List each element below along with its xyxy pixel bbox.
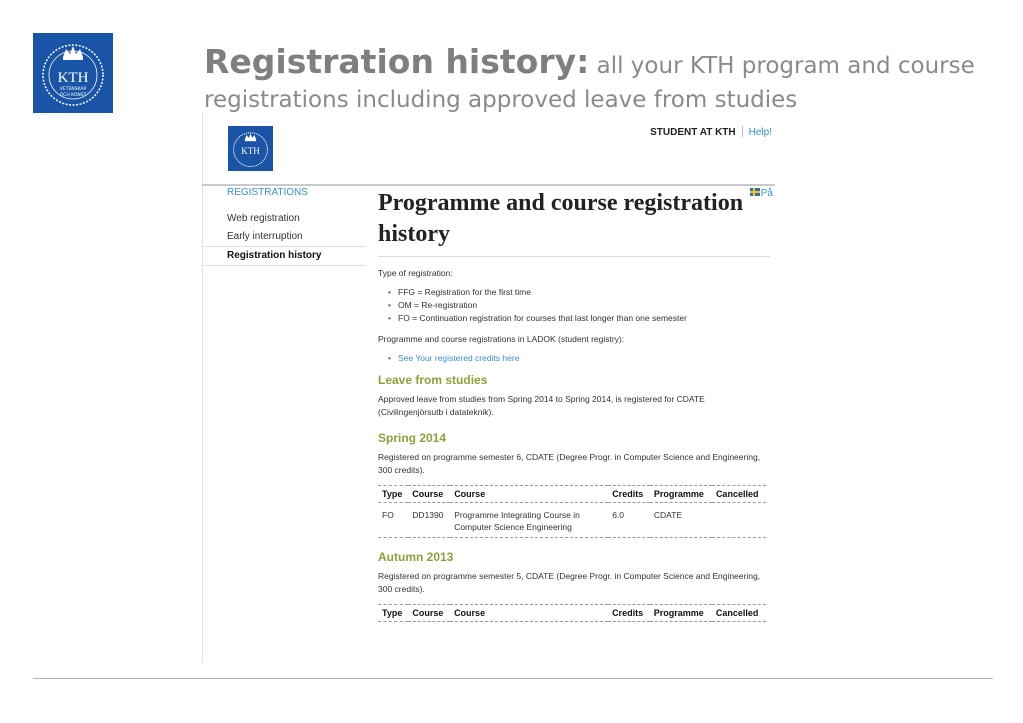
table-row: FO DD1390 Programme Integrating Course i… [378, 502, 766, 538]
column-header-credits: Credits [608, 604, 650, 622]
logo-small-text: KTH [241, 146, 260, 156]
list-item: FO = Continuation registration for cours… [388, 312, 770, 325]
sidebar-heading[interactable]: REGISTRATIONS [202, 188, 366, 210]
page-title: Programme and course registration histor… [378, 190, 744, 247]
sidebar: REGISTRATIONS Web registration Early int… [202, 188, 366, 266]
title-divider [378, 256, 770, 257]
column-header-cancelled: Cancelled [711, 485, 766, 503]
leave-heading: Leave from studies [378, 373, 488, 387]
cell-type: FO [378, 502, 409, 538]
column-header-cancelled: Cancelled [711, 604, 766, 622]
ladok-text: Programme and course registrations in LA… [378, 334, 625, 344]
logo-subtext-1: VETENSKAP [60, 86, 87, 92]
cell-course-name: Programme Integrating Course in Computer… [450, 502, 609, 538]
semester-heading: Autumn 2013 [378, 550, 454, 564]
registration-page-screenshot: KTH STUDENT AT KTH Help! På REGISTRATIONS… [202, 112, 775, 663]
leave-text: Approved leave from studies from Spring … [378, 394, 705, 417]
list-item: OM = Re-registration [388, 299, 770, 312]
type-list: FFG = Registration for the first time OM… [378, 286, 770, 325]
logo-text: KTH [58, 70, 89, 86]
column-header-programme: Programme [649, 485, 712, 503]
help-link[interactable]: Help! [749, 127, 772, 138]
slide-title-strong: Registration history: [204, 42, 590, 81]
column-header-course-name: Course [450, 604, 609, 622]
ladok-list: See Your registered credits here [378, 352, 770, 365]
logo-subtext-2: OCH KONST [60, 92, 87, 98]
column-header-programme: Programme [649, 604, 712, 622]
registration-table: Type Course Course Credits Programme Can… [378, 485, 766, 538]
cell-course-code: DD1390 [408, 502, 451, 538]
link-separator [741, 126, 743, 137]
column-header-course-code: Course [408, 604, 451, 622]
column-header-type: Type [378, 485, 409, 503]
top-links: STUDENT AT KTH Help! [650, 126, 772, 138]
type-label: Type of registration: [378, 268, 453, 278]
kth-logo: KTH VETENSKAP OCH KONST [33, 33, 113, 113]
sidebar-item-web-registration[interactable]: Web registration [202, 210, 366, 228]
column-header-course-name: Course [450, 485, 609, 503]
table-header-row: Type Course Course Credits Programme Can… [378, 604, 766, 622]
semester-text: Registered on programme semester 5, CDAT… [378, 571, 761, 594]
column-header-type: Type [378, 604, 409, 622]
registered-credits-link[interactable]: See Your registered credits here [388, 352, 770, 365]
registration-table: Type Course Course Credits Programme Can… [378, 604, 766, 622]
sidebar-item-early-interruption[interactable]: Early interruption [202, 228, 366, 246]
sidebar-item-registration-history[interactable]: Registration history [202, 246, 366, 266]
semester-text: Registered on programme semester 6, CDAT… [378, 452, 761, 475]
slide-footer-divider [33, 678, 993, 679]
table-header-row: Type Course Course Credits Programme Can… [378, 485, 766, 503]
semester-heading: Spring 2014 [378, 431, 447, 445]
column-header-course-code: Course [408, 485, 451, 503]
cell-credits: 6.0 [608, 502, 650, 538]
student-at-kth-link[interactable]: STUDENT AT KTH [650, 127, 736, 138]
main-content: Programme and course registration histor… [378, 188, 770, 622]
column-header-credits: Credits [608, 485, 650, 503]
cell-cancelled [711, 502, 766, 538]
list-item: FFG = Registration for the first time [388, 286, 770, 299]
cell-programme: CDATE [649, 502, 712, 538]
slide-title: Registration history: all your KTH progr… [204, 45, 1004, 118]
header-divider [202, 184, 775, 186]
kth-logo-small[interactable]: KTH [228, 126, 273, 171]
